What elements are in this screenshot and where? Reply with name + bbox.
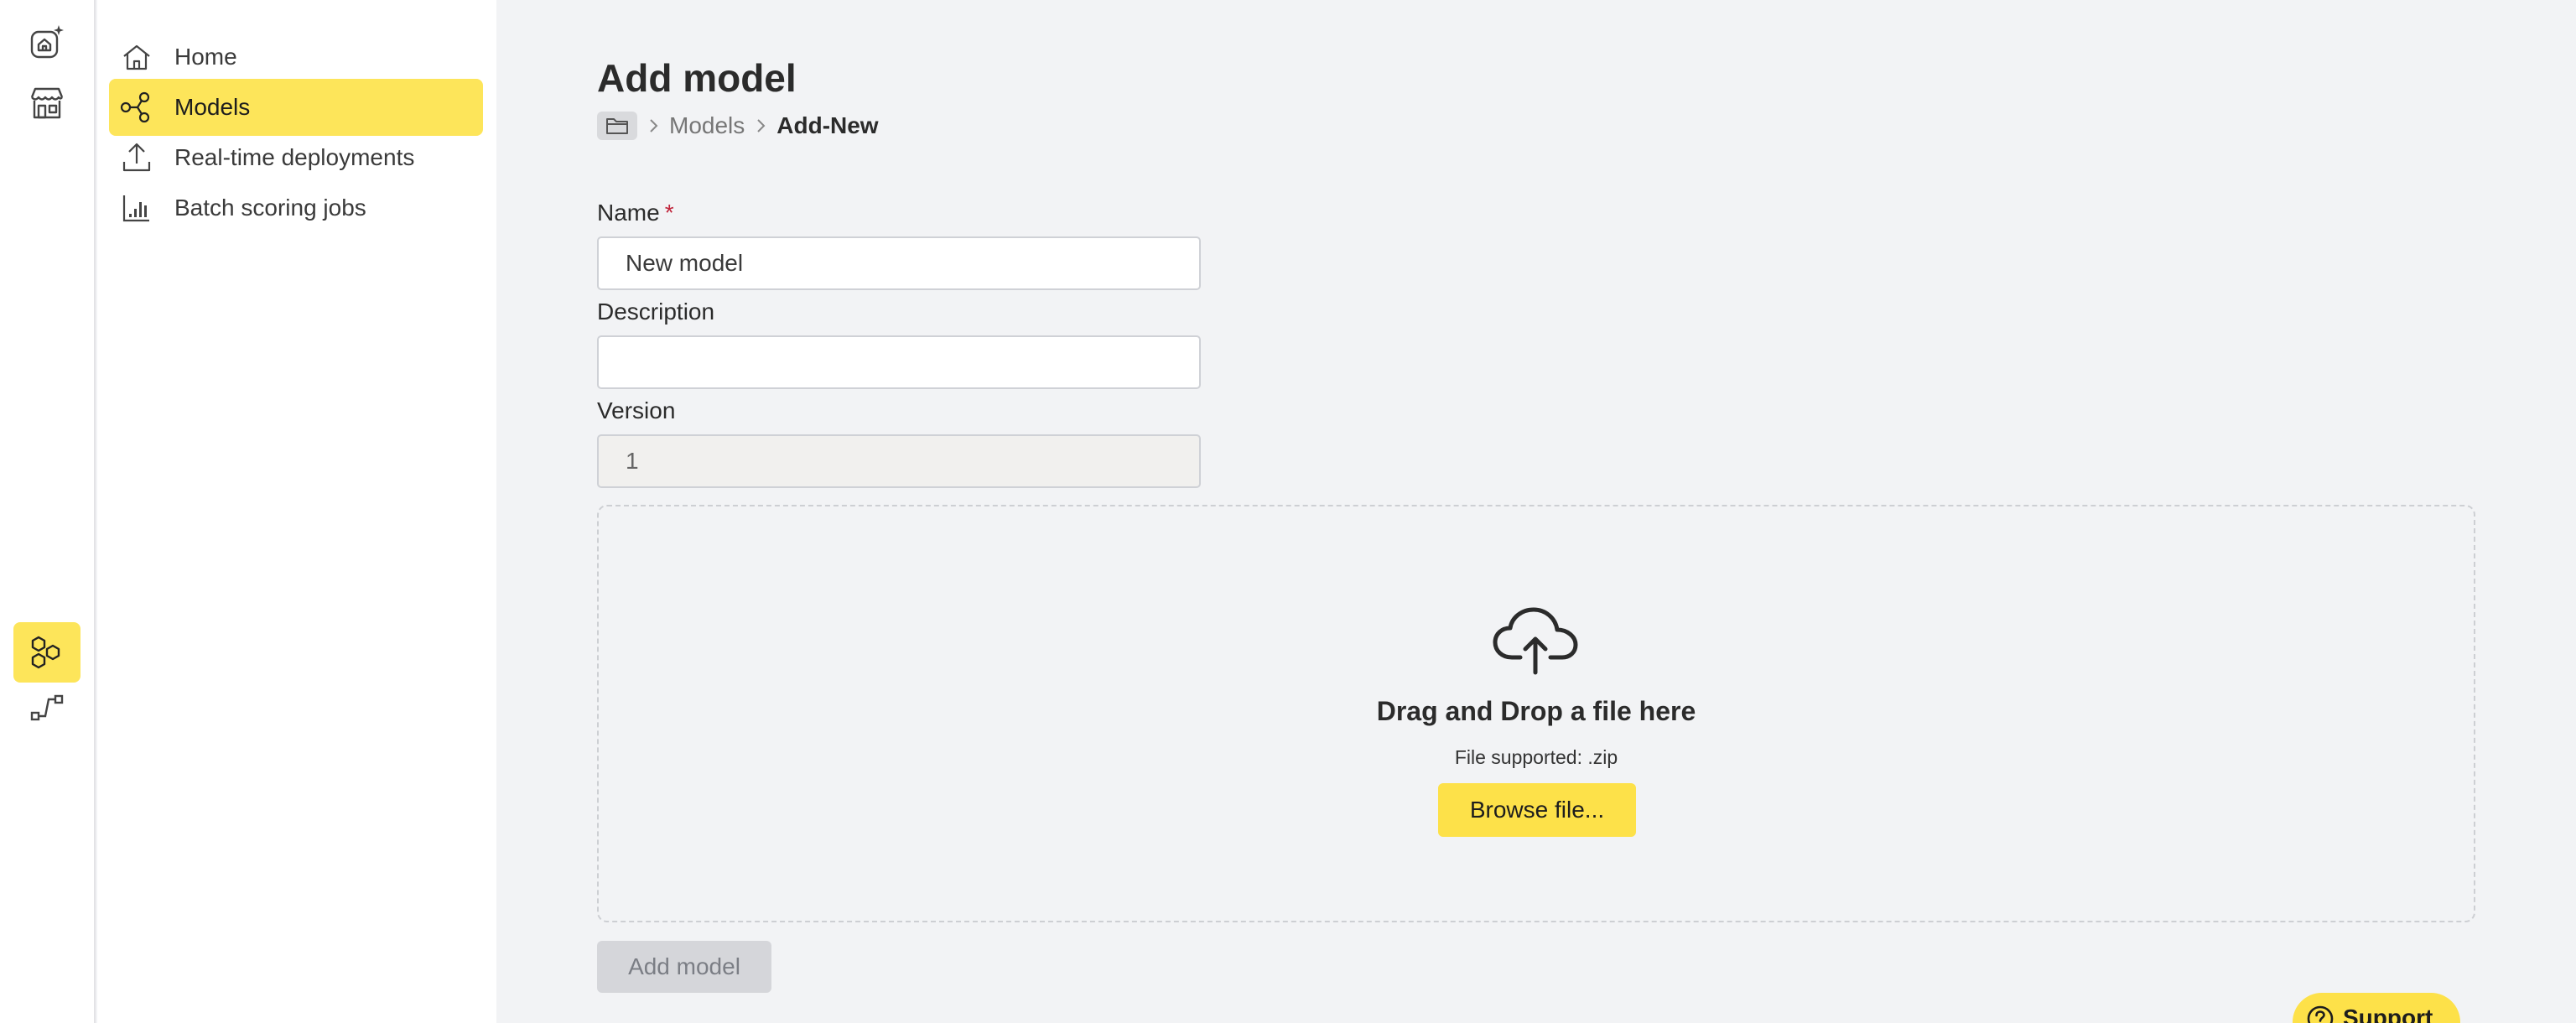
store-icon: [30, 87, 64, 119]
breadcrumb-models-link[interactable]: Models: [669, 112, 745, 139]
chevron-right-icon: [646, 117, 661, 135]
name-label: Name *: [597, 200, 674, 226]
description-input[interactable]: [597, 335, 1201, 389]
dropzone-title: Drag and Drop a file here: [1376, 696, 1696, 726]
nav-item-batch-scoring-jobs[interactable]: Batch scoring jobs: [109, 179, 483, 236]
rail-pipeline-button[interactable]: [13, 678, 80, 738]
version-input: [597, 434, 1201, 488]
nav-item-label: Batch scoring jobs: [174, 195, 366, 221]
nav-item-models[interactable]: Models: [109, 79, 483, 136]
cloud-upload-icon: [1493, 607, 1578, 675]
breadcrumb-folder-button[interactable]: [597, 112, 637, 140]
secondary-nav: Home Models Real-time deployments Batch …: [97, 0, 496, 1023]
support-button[interactable]: Support: [2293, 993, 2460, 1023]
home-icon: [119, 39, 154, 75]
folder-icon: [606, 118, 628, 134]
model-graph-icon: [119, 90, 154, 125]
models-hub-icon: [31, 636, 60, 669]
page-title: Add model: [597, 56, 797, 100]
nav-item-real-time-deployments[interactable]: Real-time deployments: [109, 129, 483, 186]
rail-models-button[interactable]: [13, 622, 80, 683]
name-input[interactable]: [597, 236, 1201, 290]
description-label: Description: [597, 299, 715, 325]
breadcrumb-current: Add-New: [776, 112, 879, 138]
version-label: Version: [597, 397, 676, 423]
bar-chart-icon: [119, 190, 154, 226]
add-model-button[interactable]: Add model: [597, 941, 771, 993]
browse-file-button[interactable]: Browse file...: [1438, 783, 1636, 837]
dropzone-subtitle: File supported: .zip: [1454, 746, 1618, 768]
chevron-right-icon: [753, 117, 768, 135]
nav-item-label: Real-time deployments: [174, 144, 415, 170]
home-sparkle-icon: [30, 25, 64, 59]
nav-item-label: Home: [174, 44, 237, 70]
breadcrumb: Models Add-New: [597, 111, 879, 141]
required-marker: *: [664, 200, 674, 226]
name-label-text: Name: [597, 200, 660, 226]
file-dropzone[interactable]: Drag and Drop a file here File supported…: [597, 505, 2475, 922]
nav-item-home[interactable]: Home: [109, 29, 483, 86]
upload-icon: [119, 140, 154, 175]
rail-home-button[interactable]: [13, 12, 80, 72]
pipeline-icon: [30, 694, 64, 721]
help-circle-icon: [2307, 1005, 2334, 1023]
rail-store-button[interactable]: [13, 72, 80, 132]
icon-rail: [0, 0, 96, 1023]
support-label: Support: [2343, 1005, 2433, 1023]
nav-item-label: Models: [174, 94, 251, 120]
